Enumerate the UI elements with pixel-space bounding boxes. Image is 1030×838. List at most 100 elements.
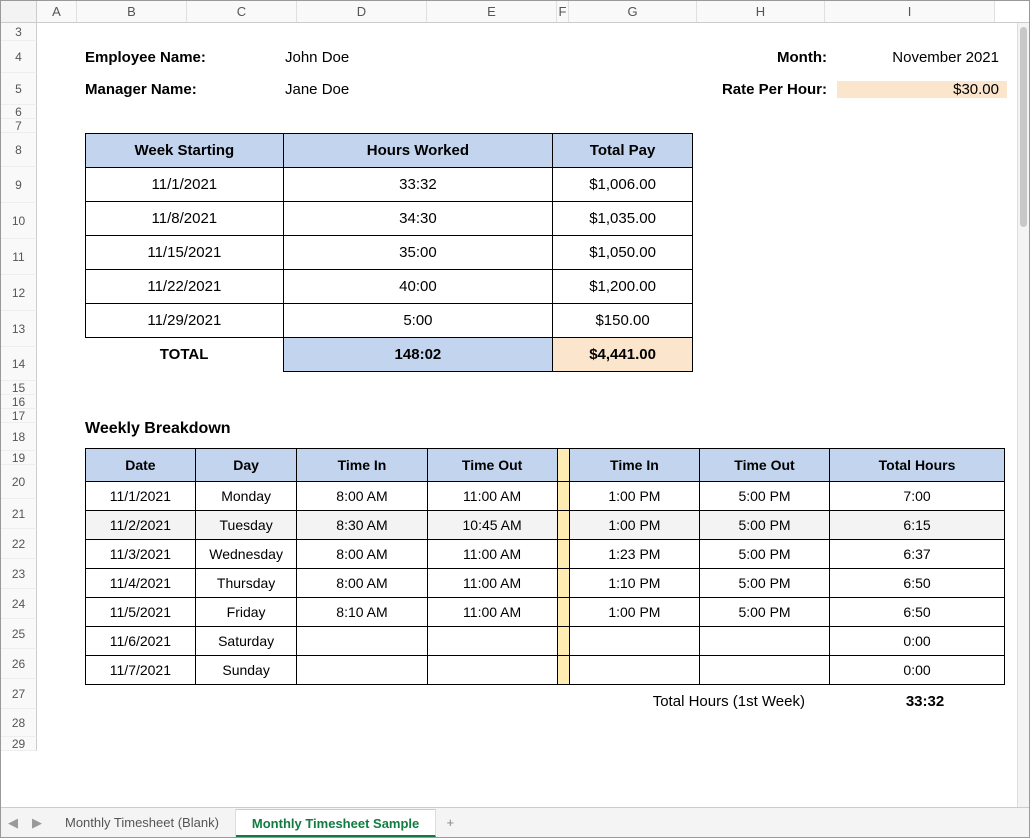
cell-day[interactable]: Tuesday [195, 511, 297, 540]
vertical-scrollbar[interactable] [1017, 23, 1029, 807]
col-header-e[interactable]: E [427, 1, 557, 22]
row-header-5[interactable]: 5 [1, 73, 37, 105]
cell-time-out[interactable]: 11:00 AM [427, 540, 557, 569]
cell-time-in[interactable]: 8:00 AM [297, 540, 427, 569]
cell-day[interactable]: Saturday [195, 627, 297, 656]
cell-week[interactable]: 11/1/2021 [86, 168, 284, 202]
summary-row[interactable]: 11/22/202140:00$1,200.00 [86, 270, 693, 304]
cell-date[interactable]: 11/6/2021 [86, 627, 196, 656]
row-header-18[interactable]: 18 [1, 423, 37, 451]
cell-time-in[interactable] [297, 656, 427, 685]
cell-week[interactable]: 11/15/2021 [86, 236, 284, 270]
row-header-8[interactable]: 8 [1, 133, 37, 167]
row-header-23[interactable]: 23 [1, 559, 37, 589]
add-sheet-button[interactable]: + [436, 815, 464, 830]
cell-week[interactable]: 11/22/2021 [86, 270, 284, 304]
cell-time-out[interactable]: 11:00 AM [427, 598, 557, 627]
row-header-21[interactable]: 21 [1, 499, 37, 529]
cell-total-hours[interactable]: 0:00 [830, 656, 1005, 685]
cell-time-in-2[interactable] [569, 656, 699, 685]
cell-time-in-2[interactable]: 1:23 PM [569, 540, 699, 569]
breakdown-row[interactable]: 11/6/2021Saturday 0:00 [86, 627, 1005, 656]
row-header-16[interactable]: 16 [1, 395, 37, 409]
cell-time-out[interactable] [427, 627, 557, 656]
row-header-25[interactable]: 25 [1, 619, 37, 649]
cell-pay[interactable]: $1,035.00 [553, 202, 693, 236]
row-header-20[interactable]: 20 [1, 465, 37, 499]
cell-time-in-2[interactable]: 1:00 PM [569, 511, 699, 540]
cell-time-out-2[interactable]: 5:00 PM [699, 569, 829, 598]
row-header-13[interactable]: 13 [1, 311, 37, 347]
cell-time-out[interactable]: 10:45 AM [427, 511, 557, 540]
cell-time-in-2[interactable]: 1:00 PM [569, 482, 699, 511]
breakdown-row[interactable]: 11/2/2021Tuesday8:30 AM10:45 AM1:00 PM5:… [86, 511, 1005, 540]
cell-hours[interactable]: 35:00 [283, 236, 552, 270]
cell-week[interactable]: 11/8/2021 [86, 202, 284, 236]
sheet-tab[interactable]: Monthly Timesheet Sample [236, 809, 436, 837]
select-all-corner[interactable] [1, 1, 37, 22]
cell-time-out-2[interactable]: 5:00 PM [699, 598, 829, 627]
row-header-19[interactable]: 19 [1, 451, 37, 465]
cell-day[interactable]: Monday [195, 482, 297, 511]
col-header-b[interactable]: B [77, 1, 187, 22]
cell-date[interactable]: 11/3/2021 [86, 540, 196, 569]
col-header-h[interactable]: H [697, 1, 825, 22]
cell-date[interactable]: 11/4/2021 [86, 569, 196, 598]
cell-time-out-2[interactable]: 5:00 PM [699, 482, 829, 511]
cell-day[interactable]: Thursday [195, 569, 297, 598]
cell-total-hours[interactable]: 6:37 [830, 540, 1005, 569]
cell-day[interactable]: Friday [195, 598, 297, 627]
employee-name-value[interactable]: John Doe [285, 49, 465, 66]
cell-time-out[interactable]: 11:00 AM [427, 569, 557, 598]
cell-time-in[interactable]: 8:00 AM [297, 569, 427, 598]
cell-time-in-2[interactable]: 1:00 PM [569, 598, 699, 627]
row-header-26[interactable]: 26 [1, 649, 37, 679]
cell-day[interactable]: Wednesday [195, 540, 297, 569]
col-header-a[interactable]: A [37, 1, 77, 22]
row-header-14[interactable]: 14 [1, 347, 37, 381]
summary-row[interactable]: 11/15/202135:00$1,050.00 [86, 236, 693, 270]
cell-pay[interactable]: $1,006.00 [553, 168, 693, 202]
row-header-10[interactable]: 10 [1, 203, 37, 239]
cell-pay[interactable]: $150.00 [553, 304, 693, 338]
summary-row[interactable]: 11/8/202134:30$1,035.00 [86, 202, 693, 236]
cell-time-in[interactable]: 8:10 AM [297, 598, 427, 627]
row-header-22[interactable]: 22 [1, 529, 37, 559]
cell-date[interactable]: 11/7/2021 [86, 656, 196, 685]
row-header-9[interactable]: 9 [1, 167, 37, 203]
row-header-12[interactable]: 12 [1, 275, 37, 311]
scrollbar-thumb[interactable] [1020, 27, 1027, 227]
cell-time-out-2[interactable]: 5:00 PM [699, 511, 829, 540]
row-header-6[interactable]: 6 [1, 105, 37, 119]
cell-time-in[interactable]: 8:00 AM [297, 482, 427, 511]
row-header-28[interactable]: 28 [1, 709, 37, 737]
col-header-d[interactable]: D [297, 1, 427, 22]
cell-hours[interactable]: 40:00 [283, 270, 552, 304]
cell-total-hours[interactable]: 6:50 [830, 569, 1005, 598]
cell-time-out[interactable]: 11:00 AM [427, 482, 557, 511]
summary-row[interactable]: 11/29/20215:00$150.00 [86, 304, 693, 338]
cell-date[interactable]: 11/5/2021 [86, 598, 196, 627]
spreadsheet-content[interactable]: Employee Name: John Doe Month: November … [37, 23, 1017, 807]
cell-time-in[interactable] [297, 627, 427, 656]
row-header-3[interactable]: 3 [1, 23, 37, 41]
cell-time-out[interactable] [427, 656, 557, 685]
breakdown-row[interactable]: 11/1/2021Monday8:00 AM11:00 AM1:00 PM5:0… [86, 482, 1005, 511]
cell-pay[interactable]: $1,050.00 [553, 236, 693, 270]
row-header-15[interactable]: 15 [1, 381, 37, 395]
row-header-11[interactable]: 11 [1, 239, 37, 275]
breakdown-row[interactable]: 11/5/2021Friday8:10 AM11:00 AM 1:00 PM5:0… [86, 598, 1005, 627]
row-header-17[interactable]: 17 [1, 409, 37, 423]
cell-time-out-2[interactable] [699, 627, 829, 656]
breakdown-row[interactable]: 11/4/2021Thursday8:00 AM11:00 AM1:10 PM5… [86, 569, 1005, 598]
cell-total-hours[interactable]: 0:00 [830, 627, 1005, 656]
summary-row[interactable]: 11/1/202133:32$1,006.00 [86, 168, 693, 202]
cell-total-hours[interactable]: 6:15 [830, 511, 1005, 540]
tab-nav-next[interactable]: ▶ [25, 815, 49, 831]
cell-hours[interactable]: 5:00 [283, 304, 552, 338]
col-header-g[interactable]: G [569, 1, 697, 22]
breakdown-row[interactable]: 11/7/2021Sunday 0:00 [86, 656, 1005, 685]
breakdown-row[interactable]: 11/3/2021Wednesday8:00 AM11:00 AM 1:23 PM… [86, 540, 1005, 569]
cell-hours[interactable]: 33:32 [283, 168, 552, 202]
cell-day[interactable]: Sunday [195, 656, 297, 685]
